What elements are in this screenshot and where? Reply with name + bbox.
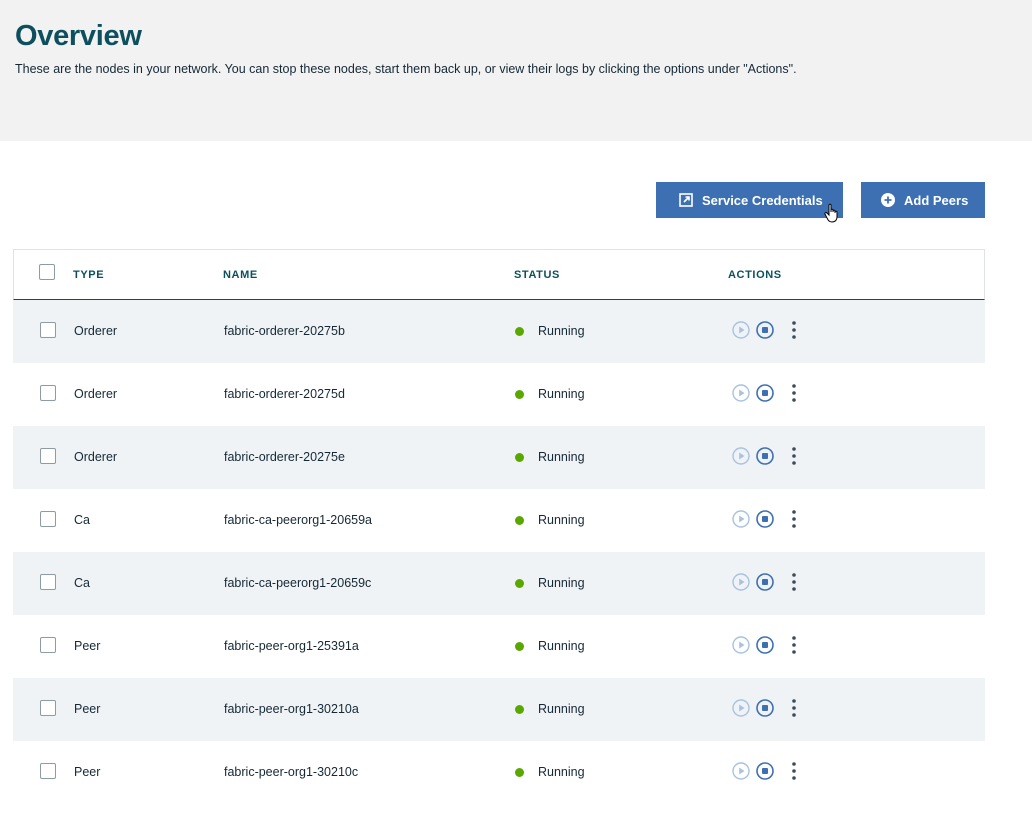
column-header-actions: ACTIONS <box>728 269 782 281</box>
status-dot-icon <box>515 390 524 399</box>
node-type: Orderer <box>74 324 118 338</box>
table-header: TYPE NAME STATUS ACTIONS <box>13 249 985 300</box>
node-status: Running <box>538 576 585 590</box>
node-type: Ca <box>74 513 90 527</box>
service-credentials-label: Service Credentials <box>702 192 823 208</box>
page-title: Overview <box>15 20 142 52</box>
add-peers-button[interactable]: Add Peers <box>861 182 985 218</box>
overflow-menu-icon[interactable] <box>786 447 802 465</box>
row-checkbox[interactable] <box>40 763 56 779</box>
node-type: Peer <box>74 702 101 716</box>
overflow-menu-icon[interactable] <box>786 573 802 591</box>
column-header-status[interactable]: STATUS <box>514 269 560 281</box>
stop-icon[interactable] <box>756 699 774 717</box>
status-dot-icon <box>515 642 524 651</box>
overflow-menu-icon[interactable] <box>786 384 802 402</box>
node-type: Orderer <box>74 387 118 401</box>
row-checkbox[interactable] <box>40 637 56 653</box>
node-name: fabric-peer-org1-30210c <box>224 765 359 779</box>
table-row: Orderer fabric-orderer-20275e Running <box>13 426 985 489</box>
row-checkbox[interactable] <box>40 700 56 716</box>
status-dot-icon <box>515 579 524 588</box>
node-name: fabric-peer-org1-25391a <box>224 639 359 653</box>
page-subtitle: These are the nodes in your network. You… <box>15 62 797 76</box>
table-row: Peer fabric-peer-org1-30210c Running <box>13 741 985 804</box>
table-row: Orderer fabric-orderer-20275b Running <box>13 300 985 363</box>
table-row: Ca fabric-ca-peerorg1-20659a Running <box>13 489 985 552</box>
status-dot-icon <box>515 705 524 714</box>
status-dot-icon <box>515 453 524 462</box>
stop-icon[interactable] <box>756 321 774 339</box>
row-checkbox[interactable] <box>40 448 56 464</box>
table-row: Peer fabric-peer-org1-25391a Running <box>13 615 985 678</box>
node-type: Orderer <box>74 450 118 464</box>
status-dot-icon <box>515 768 524 777</box>
stop-icon[interactable] <box>756 636 774 654</box>
add-peers-label: Add Peers <box>904 192 969 208</box>
column-header-type[interactable]: TYPE <box>73 269 104 281</box>
play-icon[interactable] <box>732 636 750 654</box>
play-icon[interactable] <box>732 384 750 402</box>
add-circle-icon <box>881 193 895 207</box>
node-status: Running <box>538 513 585 527</box>
table-row: Peer fabric-peer-org1-30210a Running <box>13 678 985 741</box>
play-icon[interactable] <box>732 510 750 528</box>
node-status: Running <box>538 450 585 464</box>
node-type: Peer <box>74 765 101 779</box>
service-credentials-button[interactable]: Service Credentials <box>656 182 843 218</box>
node-type: Peer <box>74 639 101 653</box>
row-checkbox[interactable] <box>40 385 56 401</box>
node-name: fabric-ca-peerorg1-20659c <box>224 576 372 590</box>
node-name: fabric-orderer-20275e <box>224 450 345 464</box>
status-dot-icon <box>515 516 524 525</box>
stop-icon[interactable] <box>756 573 774 591</box>
node-status: Running <box>538 387 585 401</box>
play-icon[interactable] <box>732 762 750 780</box>
play-icon[interactable] <box>732 321 750 339</box>
node-status: Running <box>538 324 585 338</box>
node-name: fabric-peer-org1-30210a <box>224 702 359 716</box>
overflow-menu-icon[interactable] <box>786 699 802 717</box>
overflow-menu-icon[interactable] <box>786 510 802 528</box>
overflow-menu-icon[interactable] <box>786 636 802 654</box>
stop-icon[interactable] <box>756 384 774 402</box>
status-dot-icon <box>515 327 524 336</box>
nodes-table: TYPE NAME STATUS ACTIONS Orderer fabric-… <box>13 249 985 804</box>
row-checkbox[interactable] <box>40 574 56 590</box>
column-header-name[interactable]: NAME <box>223 269 258 281</box>
play-icon[interactable] <box>732 699 750 717</box>
play-icon[interactable] <box>732 447 750 465</box>
node-status: Running <box>538 765 585 779</box>
table-row: Orderer fabric-orderer-20275d Running <box>13 363 985 426</box>
node-type: Ca <box>74 576 90 590</box>
node-status: Running <box>538 702 585 716</box>
stop-icon[interactable] <box>756 762 774 780</box>
launch-icon <box>679 193 693 207</box>
node-name: fabric-orderer-20275b <box>224 324 345 338</box>
overflow-menu-icon[interactable] <box>786 762 802 780</box>
node-name: fabric-ca-peerorg1-20659a <box>224 513 373 527</box>
row-checkbox[interactable] <box>40 511 56 527</box>
stop-icon[interactable] <box>756 510 774 528</box>
table-body: Orderer fabric-orderer-20275b Running Or… <box>13 300 985 804</box>
select-all-checkbox[interactable] <box>39 264 55 280</box>
row-checkbox[interactable] <box>40 322 56 338</box>
page-header: Overview These are the nodes in your net… <box>0 0 1032 141</box>
hand-cursor-icon <box>824 203 838 223</box>
stop-icon[interactable] <box>756 447 774 465</box>
node-status: Running <box>538 639 585 653</box>
play-icon[interactable] <box>732 573 750 591</box>
node-name: fabric-orderer-20275d <box>224 387 345 401</box>
table-row: Ca fabric-ca-peerorg1-20659c Running <box>13 552 985 615</box>
overflow-menu-icon[interactable] <box>786 321 802 339</box>
